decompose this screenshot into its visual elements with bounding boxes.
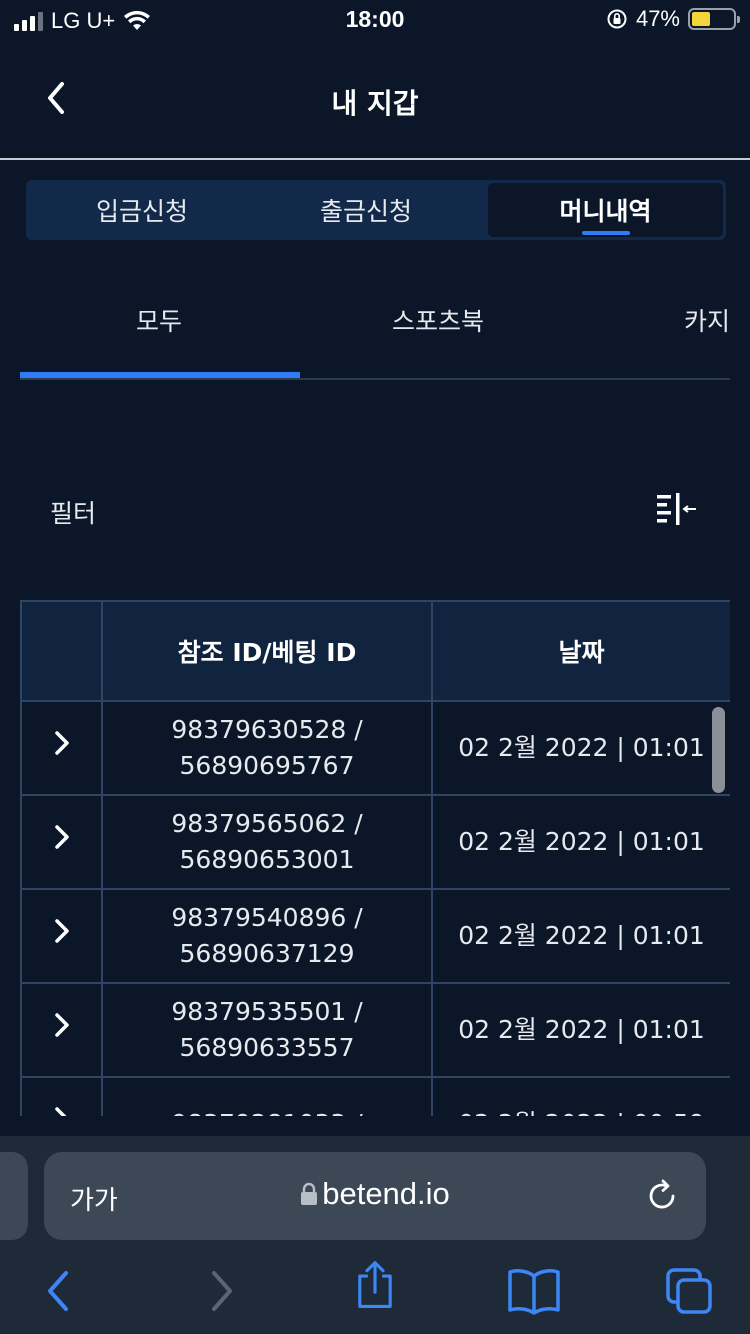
filter-toggle-icon[interactable] [654, 490, 700, 530]
reference-id: 98379281033 / [103, 1106, 431, 1116]
lock-icon [301, 1182, 318, 1205]
tab-sportsbook[interactable]: 스포츠북 [392, 302, 484, 338]
reference-id: 98379565062 / [171, 809, 363, 838]
tab-label: 입금신청 [95, 197, 188, 226]
history-table[interactable]: 참조 ID/베팅 ID 날짜 98379630528 / 56890695767… [20, 600, 730, 1116]
browser-back-button[interactable] [34, 1266, 84, 1316]
reference-id: 98379540896 / [171, 903, 363, 932]
reference-id-cell: 98379630528 / 56890695767 [101, 700, 433, 796]
chevron-right-icon [54, 919, 69, 943]
date-cell: 02 2월 2022 | 01:01 [431, 700, 730, 796]
url-text: betend.io [322, 1176, 450, 1211]
previous-tab-preview[interactable] [0, 1152, 28, 1240]
category-tabs-divider [20, 378, 730, 380]
date-cell: 02 2월 2022 | 01:01 [431, 982, 730, 1078]
battery-percent: 47% [635, 6, 680, 31]
tab-label: 카지 [684, 307, 731, 336]
expand-row-button[interactable] [20, 794, 103, 890]
reference-id: 98379535501 / [171, 997, 363, 1026]
table-header-row: 참조 ID/베팅 ID 날짜 [20, 600, 730, 702]
header-reference-id: 참조 ID/베팅 ID [101, 600, 433, 702]
tab-deposit-request[interactable]: 입금신청 [26, 180, 258, 240]
status-right: 47% [606, 6, 740, 32]
reference-id-cell: 98379540896 / 56890637129 [101, 888, 433, 984]
browser-toolbar: 가가 betend.io [0, 1136, 750, 1334]
date-cell: 02 2월 2022 | 01:01 [431, 794, 730, 890]
active-tab-indicator [581, 231, 630, 235]
table-row[interactable]: 98379630528 / 56890695767 02 2월 2022 | 0… [20, 700, 730, 796]
table-row[interactable]: 98379540896 / 56890637129 02 2월 2022 | 0… [20, 888, 730, 984]
bet-id: 56890637129 [179, 939, 355, 968]
date-cell: 02 2월 2022 | 00:59 [431, 1076, 730, 1116]
tab-withdraw-request[interactable]: 출금신청 [250, 180, 482, 240]
tab-money-history[interactable]: 머니내역 [488, 183, 723, 237]
reference-id-cell: 98379535501 / 56890633557 [101, 982, 433, 1078]
filter-label: 필터 [50, 499, 97, 528]
reload-icon[interactable] [644, 1178, 680, 1214]
battery-icon [688, 8, 740, 30]
tab-label: 머니내역 [559, 197, 652, 226]
tabs-button[interactable] [664, 1266, 714, 1316]
tab-casino[interactable]: 카지 [684, 302, 730, 338]
table-row[interactable]: 98379535501 / 56890633557 02 2월 2022 | 0… [20, 982, 730, 1078]
date-cell: 02 2월 2022 | 01:01 [431, 888, 730, 984]
bet-id: 56890695767 [179, 751, 355, 780]
url-display: betend.io [44, 1176, 706, 1212]
bet-id: 56890653001 [179, 845, 355, 874]
expand-row-button[interactable] [20, 982, 103, 1078]
table-row[interactable]: 98379281033 / 02 2월 2022 | 00:59 [20, 1076, 730, 1116]
reference-id-cell: 98379565062 / 56890653001 [101, 794, 433, 890]
category-tabs: 모두 스포츠북 카지 [0, 280, 750, 380]
tab-all[interactable]: 모두 [136, 302, 182, 338]
chevron-right-icon [54, 825, 69, 849]
chevron-right-icon [54, 1013, 69, 1037]
bet-id: 56890633557 [179, 1033, 355, 1062]
table-scrollbar[interactable] [712, 707, 725, 793]
chevron-right-icon [54, 1107, 66, 1116]
browser-forward-button[interactable] [196, 1266, 246, 1316]
header-divider [0, 158, 750, 160]
status-bar: LG U+ 18:00 47% [0, 0, 750, 40]
wallet-tabs: 입금신청 출금신청 머니내역 [26, 180, 726, 240]
reference-id-cell: 98379281033 / [101, 1076, 433, 1116]
orientation-lock-icon [607, 9, 627, 29]
share-button[interactable] [350, 1260, 400, 1310]
expand-row-button[interactable] [20, 888, 103, 984]
address-bar[interactable]: 가가 betend.io [44, 1152, 706, 1240]
expand-row-button[interactable] [20, 1076, 103, 1116]
page-title: 내 지갑 [331, 87, 419, 120]
bookmarks-button[interactable] [506, 1266, 562, 1316]
table-row[interactable]: 98379565062 / 56890653001 02 2월 2022 | 0… [20, 794, 730, 890]
expand-row-button[interactable] [20, 700, 103, 796]
header-expand [20, 600, 103, 702]
tab-label: 출금신청 [319, 197, 412, 226]
reference-id: 98379630528 / [171, 715, 363, 744]
active-category-indicator [20, 372, 300, 378]
chevron-right-icon [54, 731, 69, 755]
tab-label: 모두 [136, 307, 183, 336]
header: 내 지갑 [0, 40, 750, 158]
tab-label: 스포츠북 [392, 307, 485, 336]
header-date: 날짜 [431, 600, 730, 702]
